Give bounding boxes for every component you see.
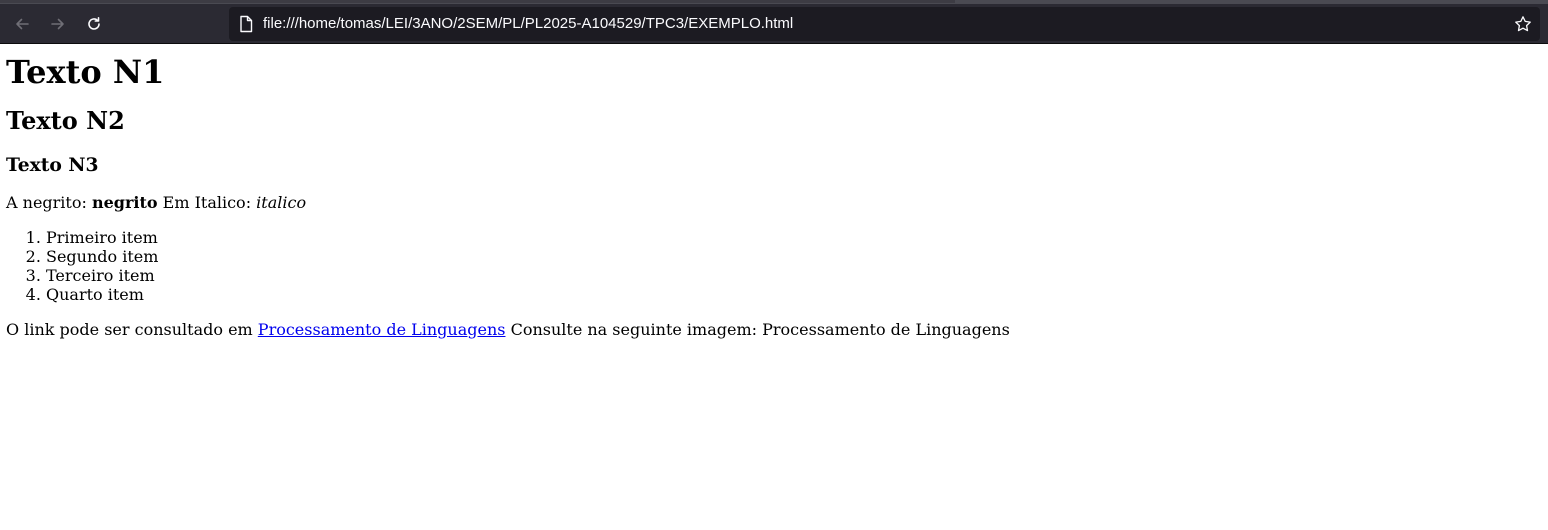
list-item: Quarto item [46,285,1542,304]
forward-button[interactable] [44,10,72,38]
link-paragraph: O link pode ser consultado em Processame… [6,320,1542,339]
reload-button[interactable] [80,10,108,38]
list-item: Segundo item [46,247,1542,266]
bookmark-button[interactable] [1510,11,1536,37]
arrow-right-icon [51,18,64,30]
list-item: Primeiro item [46,228,1542,247]
broken-image-alt: Processamento de Linguagens [762,320,1010,339]
heading-level-2: Texto N2 [6,106,125,135]
document-icon [240,15,253,33]
bold-text: negrito [91,193,158,212]
url-text[interactable]: file:///home/tomas/LEI/3ANO/2SEM/PL/PL20… [263,7,793,41]
page-content: Texto N1 Texto N2 Texto N3 A negrito: ne… [0,52,1548,339]
heading-level-3: Texto N3 [6,154,99,176]
italic-label: Em Italico: [157,193,257,212]
reload-icon [88,17,100,30]
processamento-link[interactable]: Processamento de Linguagens [258,320,506,339]
formatting-paragraph: A negrito: negrito Em Italico: italico [6,193,1542,212]
bold-label: A negrito: [6,193,92,212]
link-intro-text: O link pode ser consultado em [6,320,258,339]
ordered-list: Primeiro item Segundo item Terceiro item… [6,228,1542,304]
heading-level-1: Texto N1 [6,53,165,91]
list-item: Terceiro item [46,266,1542,285]
tab-strip [0,0,955,3]
arrow-left-icon [16,18,29,30]
browser-toolbar: file:///home/tomas/LEI/3ANO/2SEM/PL/PL20… [0,0,1548,44]
image-intro-text: Consulte na seguinte imagem: [505,320,763,339]
url-bar[interactable]: file:///home/tomas/LEI/3ANO/2SEM/PL/PL20… [229,7,1540,41]
italic-text: italico [256,193,307,212]
back-button[interactable] [8,10,36,38]
star-icon [1515,16,1531,32]
